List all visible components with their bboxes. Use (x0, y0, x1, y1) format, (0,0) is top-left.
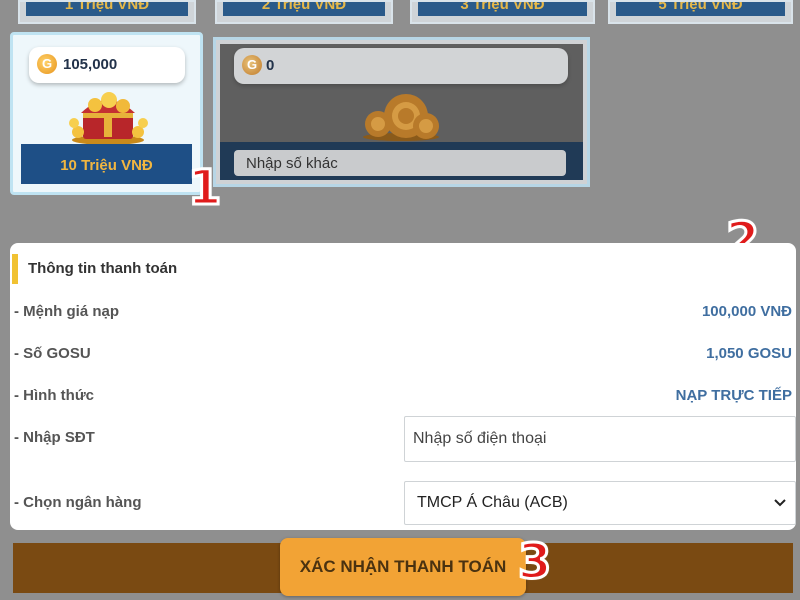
gosu-coin-icon: G (37, 54, 57, 74)
payment-method-value: NẠP TRỰC TIẾP (675, 387, 792, 404)
bank-select[interactable]: TMCP Á Châu (ACB) (404, 481, 796, 525)
package-5m[interactable]: 5 Triệu VNĐ (608, 0, 793, 24)
coin-amount-pill: G 0 (234, 48, 568, 84)
package-2m[interactable]: 2 Triệu VNĐ (215, 0, 393, 24)
treasure-chest-icon (69, 92, 148, 145)
step-3-marker: 3 (516, 534, 552, 590)
package-10m-selected[interactable]: G 105,000 10 Triệu VNĐ (10, 32, 203, 195)
coin-amount: 105,000 (63, 56, 118, 73)
gosu-amount-label: - Số GOSU (14, 345, 91, 362)
coin-stack-icon (363, 94, 439, 141)
phone-input[interactable] (404, 416, 796, 462)
package-1m[interactable]: 1 Triệu VNĐ (18, 0, 196, 24)
coin-amount-pill: G 105,000 (29, 47, 185, 83)
package-label: 10 Triệu VNĐ (21, 144, 192, 184)
gosu-coin-icon: G (242, 55, 262, 75)
bank-selected-value: TMCP Á Châu (ACB) (417, 494, 568, 511)
payment-info-title: Thông tin thanh toán (12, 254, 177, 284)
denomination-value: 100,000 VNĐ (701, 303, 792, 320)
package-custom[interactable]: G 0 (213, 37, 590, 187)
chevron-down-icon (774, 499, 786, 507)
payment-method-label: - Hình thức (14, 387, 95, 404)
custom-amount-input[interactable] (234, 150, 566, 176)
package-label: 5 Triệu VNĐ (616, 2, 785, 16)
gosu-amount-value: 1,050 GOSU (706, 345, 792, 362)
payment-info-card: Thông tin thanh toán - Mệnh giá nạp 100,… (10, 243, 796, 530)
bank-label: - Chọn ngân hàng (14, 494, 142, 511)
coin-amount: 0 (266, 57, 275, 74)
package-label: 2 Triệu VNĐ (223, 2, 385, 16)
package-label: 1 Triệu VNĐ (26, 2, 188, 16)
denomination-label: - Mệnh giá nạp (14, 303, 119, 320)
package-3m[interactable]: 3 Triệu VNĐ (410, 0, 595, 24)
phone-label: - Nhập SĐT (14, 429, 95, 446)
package-label: 3 Triệu VNĐ (418, 2, 587, 16)
confirm-payment-button[interactable]: XÁC NHẬN THANH TOÁN (280, 538, 526, 596)
